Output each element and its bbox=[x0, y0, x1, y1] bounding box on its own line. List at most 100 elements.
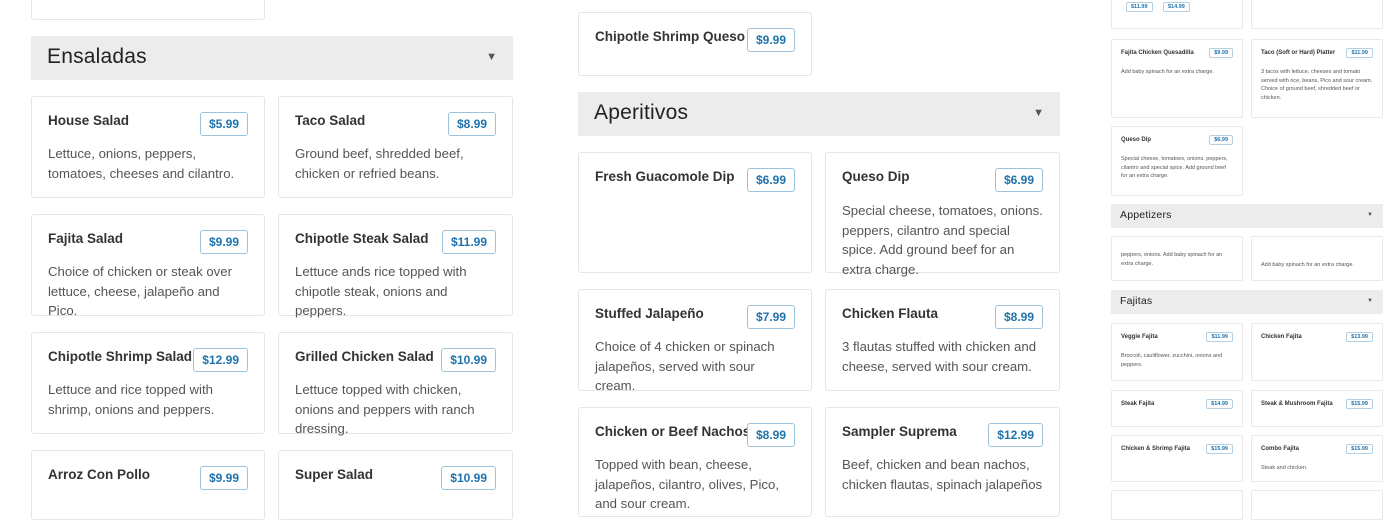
item-description: Lettuce, onions, peppers, tomatoes, chee… bbox=[48, 146, 235, 181]
item-name: Chipotle Shrimp Queso Dip bbox=[595, 29, 771, 44]
item-price: $8.99 bbox=[994, 305, 1043, 329]
item-name: Fajita Chicken Quesadilla bbox=[1121, 50, 1194, 56]
item-description: 3 tacos with lettuce, cheeses and tomato… bbox=[1261, 69, 1373, 101]
menu-item-card[interactable]: Taco Salad $8.99 Ground beef, shredded b… bbox=[278, 96, 513, 198]
item-description: Add baby spinach for an extra charge. bbox=[1261, 262, 1354, 268]
item-price: $15.99 bbox=[1346, 399, 1373, 409]
item-name: Chicken or Beef Nachos bbox=[595, 424, 751, 439]
item-description: Beef, chicken and bean nachos, chicken f… bbox=[842, 457, 1043, 492]
item-name: Steak & Mushroom Fajita bbox=[1261, 401, 1333, 407]
menu-item-card[interactable]: Add baby spinach for an extra charge. bbox=[1251, 236, 1383, 281]
item-price: $15.99 bbox=[1206, 444, 1233, 454]
partial-card bbox=[1251, 0, 1383, 29]
item-description: Choice of 4 chicken or spinach jalapeños… bbox=[595, 339, 775, 393]
menu-item-card[interactable]: Grilled Chicken Salad $10.99 Lettuce top… bbox=[278, 332, 513, 436]
item-price: $6.99 bbox=[1209, 135, 1233, 145]
chevron-down-icon[interactable]: ▼ bbox=[1367, 298, 1373, 304]
item-price: $14.99 bbox=[1163, 2, 1190, 12]
item-name: Queso Dip bbox=[842, 169, 910, 184]
item-price: $15.99 bbox=[1346, 444, 1373, 454]
menu-item-card[interactable]: Chicken & Shrimp Fajita $15.99 bbox=[1111, 435, 1243, 482]
item-name: Fajita Salad bbox=[48, 231, 124, 246]
item-price: $5.99 bbox=[199, 112, 248, 136]
item-price: $14.99 bbox=[1206, 399, 1233, 409]
menu-item-card[interactable]: Fajita Salad $9.99 Choice of chicken or … bbox=[31, 214, 265, 318]
menu-item-card[interactable]: Chipotle Shrimp Queso Dip $9.99 bbox=[578, 12, 812, 76]
menu-item-card[interactable]: Sampler Suprema $12.99 Beef, chicken and… bbox=[825, 407, 1060, 517]
item-name: Taco Salad bbox=[295, 113, 366, 128]
item-description: 3 flautas stuffed with chicken and chees… bbox=[842, 339, 1037, 374]
item-description: Ground beef, shredded beef, chicken or r… bbox=[295, 146, 464, 181]
item-price: $12.99 bbox=[988, 423, 1043, 447]
section-header-appetizers[interactable]: Appetizers ▼ bbox=[1111, 204, 1383, 228]
partial-card bbox=[1111, 490, 1243, 520]
partial-card-top bbox=[31, 0, 265, 20]
item-name: Grilled Chicken Salad bbox=[295, 349, 434, 364]
section-header-ensaladas[interactable]: Ensaladas ▼ bbox=[31, 36, 513, 80]
item-price: $11.99 bbox=[1126, 2, 1153, 12]
menu-item-card[interactable]: House Salad $5.99 Lettuce, onions, peppe… bbox=[31, 96, 265, 198]
item-description: Lettuce topped with chicken, onions and … bbox=[295, 382, 475, 436]
menu-item-card[interactable]: Stuffed Jalapeño $7.99 Choice of 4 chick… bbox=[578, 289, 812, 393]
item-price: $13.99 bbox=[1346, 332, 1373, 342]
item-name: Super Salad bbox=[295, 467, 374, 482]
partial-card: $11.99 $14.99 bbox=[1111, 0, 1243, 29]
menu-item-card[interactable]: Chicken Fajita $13.99 bbox=[1251, 323, 1383, 381]
menu-item-card[interactable]: peppers, onions. Add baby spinach for an… bbox=[1111, 236, 1243, 281]
item-price: $11.99 bbox=[1206, 332, 1233, 342]
item-price: $9.99 bbox=[199, 466, 248, 490]
item-name: House Salad bbox=[48, 113, 130, 128]
item-name: Chicken & Shrimp Fajita bbox=[1121, 446, 1191, 452]
item-price: $8.99 bbox=[746, 423, 795, 447]
chevron-down-icon[interactable]: ▼ bbox=[1033, 107, 1044, 119]
section-title: Aperitivos bbox=[594, 101, 689, 124]
menu-item-card[interactable]: Combo Fajita $15.99 Steak and chicken. bbox=[1251, 435, 1383, 482]
menu-item-card[interactable]: Chicken or Beef Nachos $8.99 Topped with… bbox=[578, 407, 812, 517]
item-description: Special cheese, tomatoes, onions. pepper… bbox=[1121, 156, 1228, 179]
section-header-fajitas[interactable]: Fajitas ▼ bbox=[1111, 290, 1383, 314]
menu-item-card[interactable]: Steak & Mushroom Fajita $15.99 bbox=[1251, 390, 1383, 427]
item-price: $7.99 bbox=[746, 305, 795, 329]
menu-item-card[interactable]: Fresh Guacomole Dip $6.99 bbox=[578, 152, 812, 273]
section-header-aperitivos[interactable]: Aperitivos ▼ bbox=[578, 92, 1060, 136]
chevron-down-icon[interactable]: ▼ bbox=[486, 51, 497, 63]
menu-item-card[interactable]: Queso Dip $6.99 Special cheese, tomatoes… bbox=[1111, 126, 1243, 196]
item-name: Sampler Suprema bbox=[842, 424, 957, 439]
section-title: Fajitas bbox=[1120, 295, 1153, 307]
item-price: $9.99 bbox=[199, 230, 248, 254]
item-name: Chicken Flauta bbox=[842, 306, 939, 321]
menu-item-card[interactable]: Fajita Chicken Quesadilla $9.99 Add baby… bbox=[1111, 39, 1243, 118]
item-price: $9.99 bbox=[746, 28, 795, 52]
menu-item-card[interactable]: Veggie Fajita $11.99 Broccoli, cauliflow… bbox=[1111, 323, 1243, 381]
item-description: Special cheese, tomatoes, onions. pepper… bbox=[842, 203, 1043, 277]
section-title: Ensaladas bbox=[47, 45, 147, 68]
menu-item-card[interactable]: Arroz Con Pollo $9.99 bbox=[31, 450, 265, 520]
item-description: Broccoli, cauliflower, zucchini, onions … bbox=[1121, 353, 1223, 368]
item-name: Taco (Soft or Hard) Platter bbox=[1261, 50, 1336, 56]
menu-item-card[interactable]: Super Salad $10.99 bbox=[278, 450, 513, 520]
section-title: Appetizers bbox=[1120, 209, 1172, 221]
item-description: peppers, onions. Add baby spinach for an… bbox=[1121, 252, 1223, 267]
chevron-down-icon[interactable]: ▼ bbox=[1367, 212, 1373, 218]
item-name: Fresh Guacomole Dip bbox=[595, 169, 735, 184]
menu-item-card[interactable]: Queso Dip $6.99 Special cheese, tomatoes… bbox=[825, 152, 1060, 277]
item-price: $6.99 bbox=[746, 168, 795, 192]
item-name: Arroz Con Pollo bbox=[48, 467, 150, 482]
menu-item-card[interactable]: Chipotle Shrimp Salad $12.99 Lettuce and… bbox=[31, 332, 265, 434]
menu-item-card[interactable]: Chicken Flauta $8.99 3 flautas stuffed w… bbox=[825, 289, 1060, 391]
item-price: $10.99 bbox=[441, 466, 496, 490]
item-price: $9.99 bbox=[1209, 48, 1233, 58]
item-name: Steak Fajita bbox=[1121, 401, 1155, 407]
item-description: Lettuce and rice topped with shrimp, oni… bbox=[48, 382, 215, 417]
item-name: Veggie Fajita bbox=[1121, 334, 1158, 340]
item-name: Chipotle Steak Salad bbox=[295, 231, 429, 246]
partial-card bbox=[1251, 490, 1383, 520]
item-name: Combo Fajita bbox=[1261, 446, 1300, 452]
item-description: Add baby spinach for an extra charge. bbox=[1121, 69, 1214, 75]
item-price: $11.99 bbox=[1346, 48, 1373, 58]
menu-item-card[interactable]: Chipotle Steak Salad $11.99 Lettuce ands… bbox=[278, 214, 513, 318]
menu-item-card[interactable]: Taco (Soft or Hard) Platter $11.99 3 tac… bbox=[1251, 39, 1383, 118]
item-description: Lettuce ands rice topped with chipotle s… bbox=[295, 264, 467, 318]
menu-item-card[interactable]: Steak Fajita $14.99 bbox=[1111, 390, 1243, 427]
item-description: Topped with bean, cheese, jalapeños, cil… bbox=[595, 457, 779, 511]
